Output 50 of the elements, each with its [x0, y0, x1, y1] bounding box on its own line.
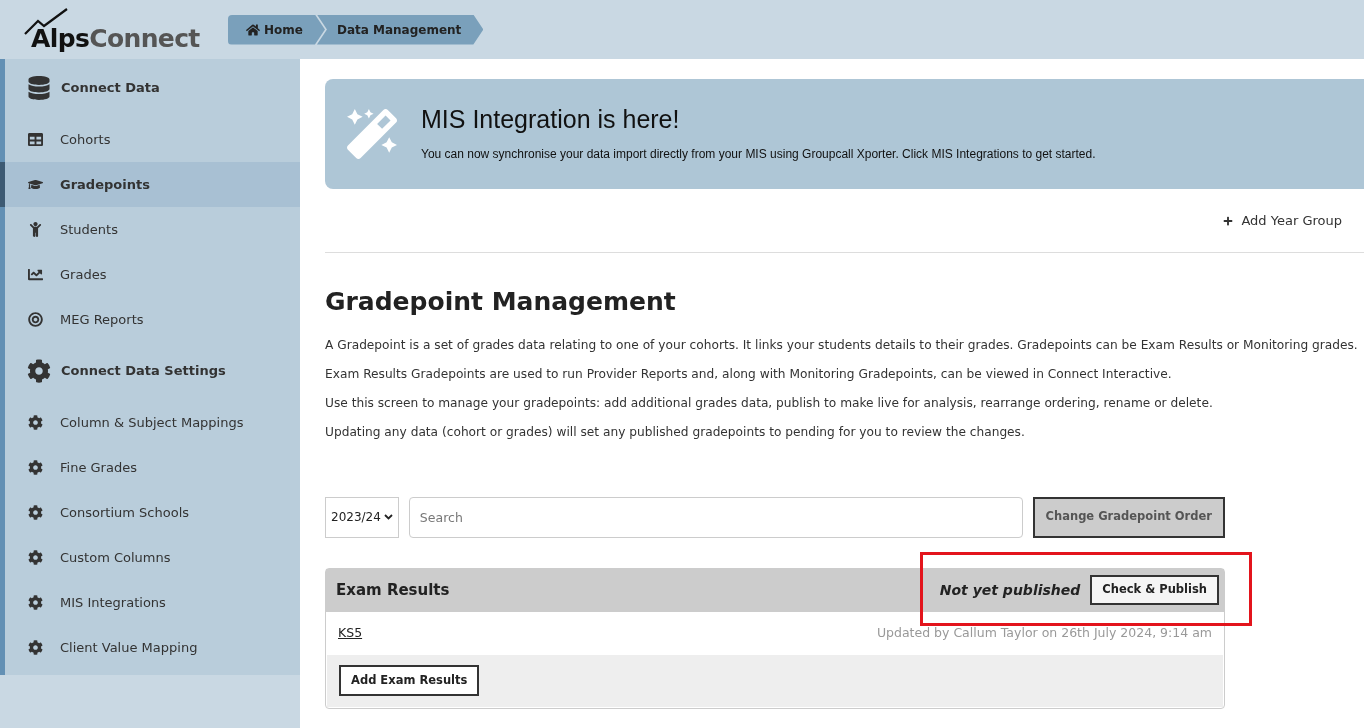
- database-icon: [27, 76, 51, 100]
- sidebar-item[interactable]: Gradepoints: [0, 162, 300, 207]
- page-title: Gradepoint Management: [325, 286, 677, 318]
- settings-icon: [27, 359, 51, 383]
- person-icon: [28, 222, 43, 237]
- card-title: Exam Results: [336, 579, 451, 601]
- graduation-cap-icon: [28, 177, 43, 192]
- year-select[interactable]: 2023/24: [325, 496, 399, 538]
- banner-text: You can now synchronise your data import directly from your MIS using Groupcall Xporter. Click MIS Integrations to get started.: [421, 145, 1096, 163]
- check-publish-button[interactable]: Check & Publish: [1090, 575, 1219, 605]
- description-text: Exam Results Gradepoints are used to run Provider Reports and, along with Monitoring Gradepoints, can be viewed in Connect Interactive.: [325, 365, 1173, 383]
- sidebar-item[interactable]: Grades: [5, 252, 300, 297]
- gradepoint-link[interactable]: KS5: [338, 623, 877, 643]
- settings-icon: [28, 550, 43, 565]
- sidebar-item[interactable]: Cohorts: [5, 117, 300, 162]
- chevron-down-icon: [383, 514, 393, 520]
- breadcrumb-link[interactable]: Home: [228, 14, 325, 45]
- home-icon: [246, 22, 260, 37]
- sidebar-item[interactable]: MEG Reports: [5, 297, 300, 342]
- sidebar-item[interactable]: MIS Integrations: [5, 580, 300, 625]
- sidebar-item[interactable]: Students: [5, 207, 300, 252]
- updated-text: Updated by Callum Taylor on 26th July 2024, 9:14 am: [876, 623, 1212, 642]
- settings-icon: [28, 640, 43, 655]
- description-text: Use this screen to manage your gradepoints: add additional grades data, publish to make live for analysis, rearrange ordering, rename or delete.: [325, 394, 1214, 412]
- sidebar-item[interactable]: Fine Grades: [5, 445, 300, 490]
- sidebar-heading: Connect Data: [61, 79, 160, 98]
- sidebar-item[interactable]: Custom Columns: [5, 535, 300, 580]
- sidebar-item[interactable]: Consortium Schools: [5, 490, 300, 535]
- sidebar-item[interactable]: Column & Subject Mappings: [5, 400, 300, 445]
- logo: AlpsConnect: [24, 4, 214, 55]
- target-icon: [28, 312, 43, 327]
- magic-wand-icon: [347, 109, 397, 159]
- description-text: Updating any data (cohort or grades) will set any published gradepoints to pending for you to review the changes.: [325, 423, 1026, 441]
- add-year-group-link[interactable]: Add Year Group: [1223, 210, 1342, 231]
- sidebar-item[interactable]: Client Value Mapping: [5, 625, 300, 670]
- description-text: A Gradepoint is a set of grades data relating to one of your cohorts. It links your students details to their grades. Gradepoints can be Exam Results or Monitoring grades.: [325, 336, 1359, 354]
- breadcrumb-link[interactable]: Data Management: [316, 14, 484, 45]
- settings-icon: [28, 415, 43, 430]
- search-field[interactable]: Search: [408, 496, 1023, 538]
- plus-icon: [1223, 215, 1234, 226]
- settings-icon: [28, 505, 43, 520]
- settings-icon: [28, 460, 43, 475]
- publish-status: Not yet published: [939, 580, 1081, 600]
- sidebar-heading: Connect Data Settings: [61, 362, 226, 381]
- banner-title: MIS Integration is here!: [421, 104, 681, 136]
- line-chart-icon: [28, 267, 43, 282]
- table-icon: [28, 132, 43, 147]
- add-exam-results-button[interactable]: Add Exam Results: [339, 665, 480, 696]
- change-order-button[interactable]: Change Gradepoint Order: [1032, 496, 1225, 538]
- settings-icon: [28, 595, 43, 610]
